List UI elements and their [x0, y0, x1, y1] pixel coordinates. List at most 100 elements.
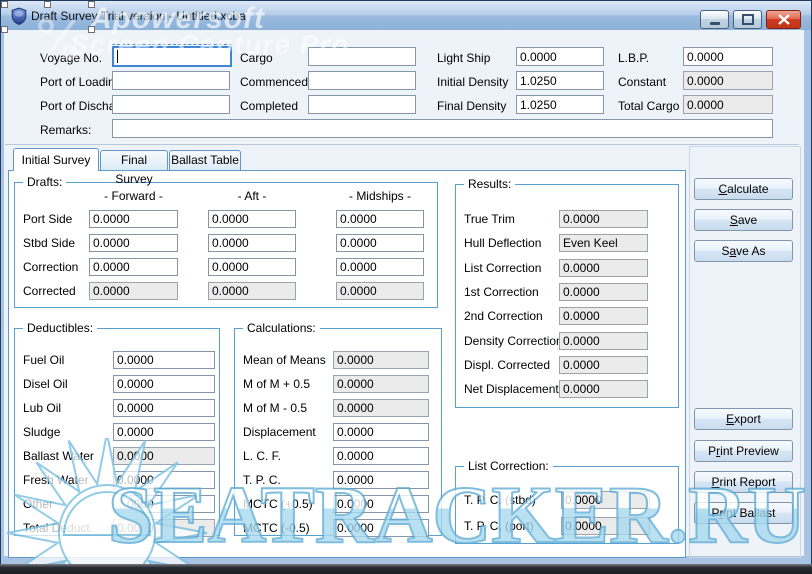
- tpc-stbd-label: T. P. C. (stbd): [464, 493, 536, 507]
- net-displacement-label: Net Displacement: [464, 382, 559, 396]
- light-ship-label: Light Ship: [437, 51, 490, 65]
- maximize-button[interactable]: [733, 10, 762, 29]
- mctc-minus-label: MCTC (-0.5): [243, 521, 310, 535]
- print-ballast-button[interactable]: Print Ballast: [694, 502, 793, 524]
- calculate-button[interactable]: Calculate: [694, 178, 793, 200]
- completed-input[interactable]: [308, 95, 416, 114]
- port-side-midships-input[interactable]: [336, 210, 424, 228]
- lub-oil-input[interactable]: [113, 399, 215, 417]
- tab-final-survey[interactable]: Final Survey: [100, 150, 168, 170]
- calculations-group: Calculations: Mean of Means M of M + 0.5…: [234, 328, 442, 536]
- list-correction-legend: List Correction:: [464, 459, 553, 473]
- sludge-input[interactable]: [113, 423, 215, 441]
- correction-label: Correction: [23, 260, 78, 274]
- capture-handle: [1, 26, 8, 33]
- stbd-side-midships-input[interactable]: [336, 234, 424, 252]
- app-shield-icon: [10, 7, 28, 25]
- midships-column-header: - Midships -: [336, 189, 424, 203]
- net-displacement-field: [559, 380, 648, 398]
- tpc-input[interactable]: [333, 471, 429, 489]
- port-side-aft-input[interactable]: [208, 210, 296, 228]
- capture-handle: [88, 26, 95, 33]
- save-as-button[interactable]: Save As: [694, 240, 793, 262]
- true-trim-label: True Trim: [464, 212, 515, 226]
- correction-aft-input[interactable]: [208, 258, 296, 276]
- forward-column-header: - Forward -: [89, 189, 178, 203]
- displacement-label: Displacement: [243, 425, 316, 439]
- final-density-label: Final Density: [437, 99, 506, 113]
- cargo-label: Cargo: [240, 51, 273, 65]
- mctc-minus-input[interactable]: [333, 519, 429, 537]
- title-bar: Draft Survey Trial version - Untitled.xc…: [1, 1, 811, 30]
- other-label: Other: [23, 497, 53, 511]
- port-side-forward-input[interactable]: [89, 210, 178, 228]
- initial-density-input[interactable]: [516, 71, 604, 90]
- commenced-input[interactable]: [308, 71, 416, 90]
- tpc-port-label: T. P. C. (port): [464, 519, 534, 533]
- close-icon: [778, 14, 790, 25]
- label: int Preview: [720, 444, 779, 458]
- save-button[interactable]: Save: [694, 209, 793, 231]
- minimize-button[interactable]: [700, 10, 729, 29]
- port-of-loading-input[interactable]: [112, 71, 230, 90]
- m-of-m-plus-field: [333, 375, 429, 393]
- initial-density-label: Initial Density: [437, 75, 508, 89]
- correction-forward-input[interactable]: [89, 258, 178, 276]
- sludge-label: Sludge: [23, 425, 60, 439]
- hull-deflection-field: [559, 234, 648, 252]
- hull-deflection-label: Hull Deflection: [464, 236, 541, 250]
- lbp-label: L.B.P.: [618, 51, 649, 65]
- stbd-side-label: Stbd Side: [23, 236, 75, 250]
- stbd-side-aft-input[interactable]: [208, 234, 296, 252]
- capture-handle: [44, 1, 51, 8]
- cargo-input[interactable]: [308, 47, 416, 66]
- label: E: [726, 412, 734, 426]
- tab-ballast-table[interactable]: Ballast Table: [169, 150, 241, 170]
- label: rint Report: [719, 475, 775, 489]
- fresh-water-label: Fresh Water: [23, 473, 89, 487]
- disel-oil-input[interactable]: [113, 375, 215, 393]
- port-of-discharge-input[interactable]: [112, 95, 230, 114]
- deductibles-legend: Deductibles:: [23, 321, 97, 335]
- final-density-input[interactable]: [516, 95, 604, 114]
- calculations-legend: Calculations:: [243, 321, 320, 335]
- fuel-oil-label: Fuel Oil: [23, 353, 64, 367]
- mctc-plus-input[interactable]: [333, 495, 429, 513]
- constant-label: Constant: [618, 75, 666, 89]
- fresh-water-input[interactable]: [113, 471, 215, 489]
- label: alculate: [727, 182, 768, 196]
- list-correction-field: [559, 259, 648, 277]
- stbd-side-forward-input[interactable]: [89, 234, 178, 252]
- other-input[interactable]: [113, 495, 215, 513]
- remarks-input[interactable]: [112, 119, 773, 138]
- total-deduct-field: [113, 519, 215, 537]
- total-deduct-label: Total Deduct.: [23, 521, 93, 535]
- label: P: [708, 444, 716, 458]
- app-window: Draft Survey Trial version - Untitled.xc…: [0, 0, 812, 574]
- tab-initial-survey[interactable]: Initial Survey: [13, 148, 99, 171]
- lcf-input[interactable]: [333, 447, 429, 465]
- print-preview-button[interactable]: Print Preview: [694, 440, 793, 462]
- mean-of-means-field: [333, 351, 429, 369]
- label: C: [718, 182, 727, 196]
- close-button[interactable]: [766, 10, 801, 29]
- light-ship-input[interactable]: [516, 47, 604, 66]
- print-report-button[interactable]: Print Report: [694, 471, 793, 493]
- displ-corrected-label: Displ. Corrected: [464, 358, 550, 372]
- density-correction-label: Density Correction: [464, 334, 563, 348]
- list-correction-group: List Correction: T. P. C. (stbd) T. P. C…: [455, 466, 679, 544]
- m-of-m-minus-label: M of M - 0.5: [243, 401, 307, 415]
- maximize-icon: [742, 14, 754, 25]
- lbp-input[interactable]: [683, 47, 773, 66]
- correction-midships-input[interactable]: [336, 258, 424, 276]
- displacement-input[interactable]: [333, 423, 429, 441]
- deductibles-group: Deductibles: Fuel Oil Disel Oil Lub Oil …: [14, 328, 220, 536]
- capture-handle: [1, 1, 8, 8]
- first-correction-field: [559, 283, 648, 301]
- fuel-oil-input[interactable]: [113, 351, 215, 369]
- results-legend: Results:: [464, 177, 515, 191]
- voyage-input[interactable]: [112, 46, 232, 67]
- label: S: [730, 213, 738, 227]
- second-correction-label: 2nd Correction: [464, 309, 543, 323]
- export-button[interactable]: Export: [694, 408, 793, 430]
